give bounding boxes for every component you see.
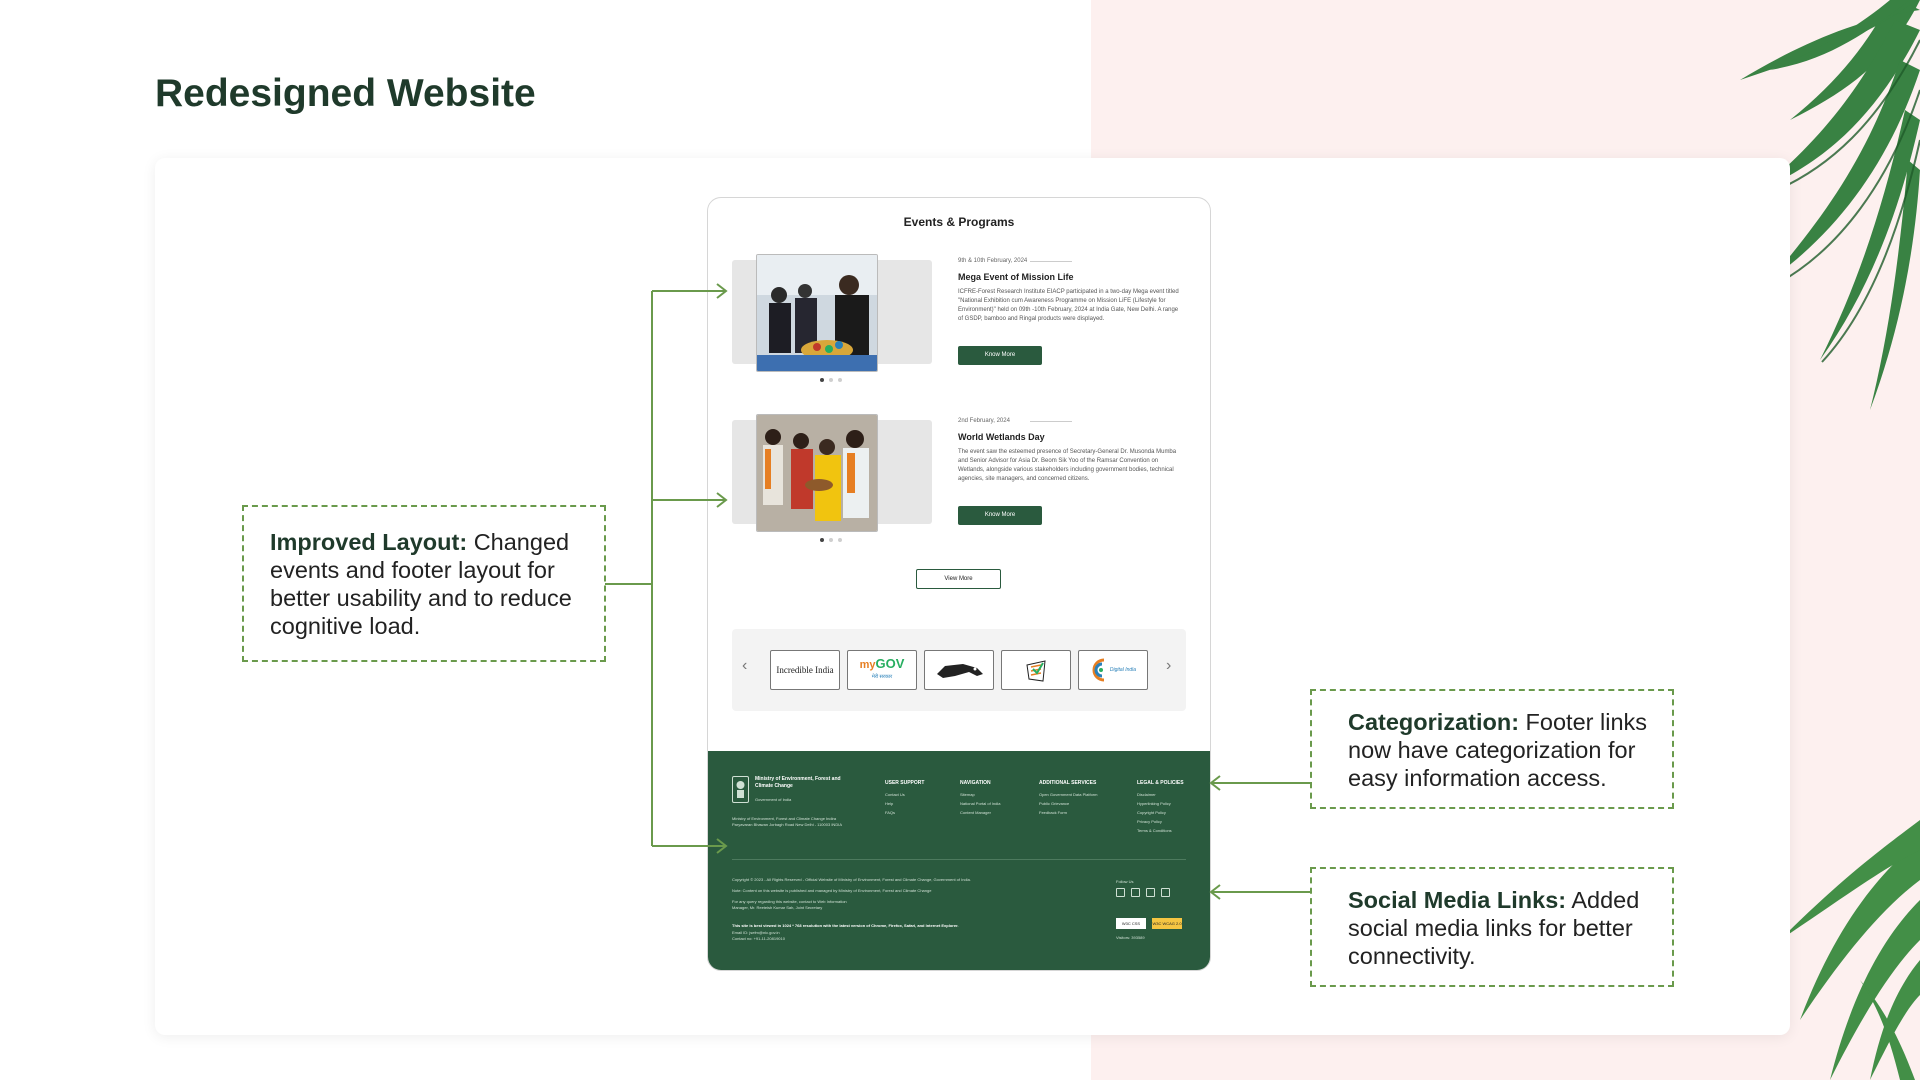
footer-browser-note: This site is best viewed in 1024 * 768 r… xyxy=(732,923,959,928)
visitor-count: Visitors: 393589 xyxy=(1116,935,1145,940)
footer-column-user-support: USER SUPPORT Contact Us Help FAQs xyxy=(885,780,925,817)
events-heading: Events & Programs xyxy=(903,215,1015,229)
event-title: Mega Event of Mission Life xyxy=(958,272,1074,282)
footer-link[interactable]: Sitemap xyxy=(960,790,1000,799)
twitter-icon[interactable] xyxy=(1131,888,1140,897)
footer-copyright: Copyright © 2023 - All Rights Reserved -… xyxy=(732,877,971,882)
event-title: World Wetlands Day xyxy=(958,432,1045,442)
footer-link[interactable]: Content Manager xyxy=(960,808,1000,817)
note-categorization: Categorization: Footer links now have ca… xyxy=(1310,689,1674,809)
footer-link[interactable]: Help xyxy=(885,799,924,808)
compliance-badges: W3C CSS W3C WCAG 2.0 xyxy=(1116,918,1182,929)
carousel-dots[interactable] xyxy=(820,538,842,542)
carousel-dots[interactable] xyxy=(820,378,842,382)
footer-divider xyxy=(732,859,1186,860)
mygov-logo[interactable]: myGOV मेरी सरकार xyxy=(847,650,917,690)
event-description: ICFRE-Forest Research Institute EIACP pa… xyxy=(958,289,1179,322)
footer-column-additional-services: ADDITIONAL SERVICES Open Government Data… xyxy=(1039,780,1098,817)
event-photo[interactable] xyxy=(756,254,878,372)
footer-link[interactable]: Hyperlinking Policy xyxy=(1137,799,1184,808)
footer-note: Note: Content on this website is publish… xyxy=(732,888,932,893)
footer-link[interactable]: Feedback Form xyxy=(1039,808,1097,817)
footer-contact: Contact no: +91-11-20819010 xyxy=(732,936,785,941)
incredible-india-logo[interactable]: Incredible India xyxy=(770,650,840,690)
footer-ministry-name: Ministry of Environment, Forest and Clim… xyxy=(755,776,841,789)
partner-logo-carousel: ‹ Incredible India myGOV मेरी सरकार Digi… xyxy=(732,629,1186,711)
footer-column-navigation: NAVIGATION Sitemap National Portal of In… xyxy=(960,780,1001,817)
event-item: 2nd February, 2024 World Wetlands Day Th… xyxy=(732,414,1186,554)
event-photo[interactable] xyxy=(756,414,878,532)
footer-link[interactable]: Contact Us xyxy=(885,790,924,799)
digital-india-logo[interactable]: Digital India xyxy=(1078,650,1148,690)
footer-government: Government of India xyxy=(755,797,792,802)
w3c-css-badge: W3C CSS xyxy=(1116,918,1146,929)
footer-queries: For any query regarding this website, co… xyxy=(732,899,847,910)
event-date: 9th & 10th February, 2024 xyxy=(958,258,1028,264)
date-divider xyxy=(1030,261,1072,262)
social-links xyxy=(1116,888,1170,897)
website-mockup: Events & Programs 9th & 10th February, 2… xyxy=(707,197,1211,971)
facebook-icon[interactable] xyxy=(1116,888,1125,897)
footer-link[interactable]: Open Government Data Platform xyxy=(1039,790,1097,799)
know-more-button[interactable]: Know More xyxy=(958,506,1042,525)
note-improved-layout: Improved Layout: Changed events and foot… xyxy=(242,505,606,662)
event-date: 2nd February, 2024 xyxy=(958,418,1010,424)
make-in-india-logo[interactable] xyxy=(924,650,994,690)
follow-us-label: Follow Us xyxy=(1116,879,1134,884)
emblem-icon xyxy=(732,776,749,803)
footer-link[interactable]: FAQs xyxy=(885,808,924,817)
footer-link[interactable]: Public Grievance xyxy=(1039,799,1097,808)
footer-link[interactable]: Privacy Policy xyxy=(1137,817,1184,826)
note-social-media: Social Media Links: Added social media l… xyxy=(1310,867,1674,987)
wcag-badge: W3C WCAG 2.0 xyxy=(1152,918,1182,929)
footer-link[interactable]: Disclaimer xyxy=(1137,790,1184,799)
date-divider xyxy=(1030,421,1072,422)
instagram-icon[interactable] xyxy=(1146,888,1155,897)
event-item: 9th & 10th February, 2024 Mega Event of … xyxy=(732,254,1186,394)
know-more-button[interactable]: Know More xyxy=(958,346,1042,365)
election-commission-logo[interactable] xyxy=(1001,650,1071,690)
chevron-left-icon[interactable]: ‹ xyxy=(742,657,747,675)
footer-column-legal-policies: LEGAL & POLICIES Disclaimer Hyperlinking… xyxy=(1137,780,1184,835)
footer-link[interactable]: National Portal of India xyxy=(960,799,1000,808)
youtube-icon[interactable] xyxy=(1161,888,1170,897)
footer-address: Ministry of Environment, Forest and Clim… xyxy=(732,816,842,827)
footer-link[interactable]: Terms & Conditions xyxy=(1137,826,1184,835)
footer-link[interactable]: Copyright Policy xyxy=(1137,808,1184,817)
event-description: The event saw the esteemed presence of S… xyxy=(958,449,1177,482)
view-more-button[interactable]: View More xyxy=(916,569,1001,589)
page-title: Redesigned Website xyxy=(155,72,536,115)
chevron-right-icon[interactable]: › xyxy=(1166,657,1171,675)
site-footer: Ministry of Environment, Forest and Clim… xyxy=(708,751,1210,970)
